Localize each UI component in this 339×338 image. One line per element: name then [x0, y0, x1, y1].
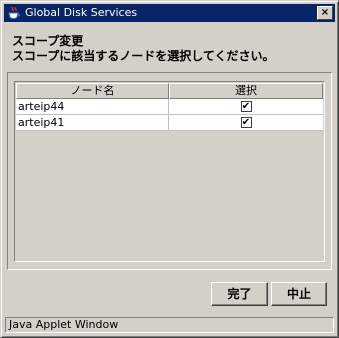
finish-button[interactable]: 完了	[211, 282, 268, 306]
checkmark-icon: ✔	[241, 117, 251, 128]
node-name-cell: arteip44	[16, 99, 169, 114]
table-header: ノード名 選択	[16, 83, 323, 99]
applet-window: Global Disk Services × スコープ変更 スコープに該当するノ…	[0, 0, 339, 338]
select-cell: ✔	[169, 99, 323, 114]
node-table: ノード名 選択 arteip44 ✔ arteip41 ✔	[14, 81, 325, 262]
table-row[interactable]: arteip44 ✔	[16, 99, 323, 115]
node-name-cell: arteip41	[16, 115, 169, 130]
close-button[interactable]: ×	[317, 6, 333, 20]
java-cup-icon	[7, 6, 21, 20]
table-row[interactable]: arteip41 ✔	[16, 115, 323, 131]
dialog-instruction: スコープに該当するノードを選択してください。	[12, 49, 275, 63]
column-header-select[interactable]: 選択	[169, 83, 323, 99]
checkmark-icon: ✔	[241, 101, 251, 112]
select-checkbox[interactable]: ✔	[240, 101, 252, 112]
status-bar: Java Applet Window	[5, 317, 334, 333]
select-checkbox[interactable]: ✔	[240, 117, 252, 128]
select-cell: ✔	[169, 115, 323, 130]
close-icon: ×	[320, 7, 330, 18]
window-title: Global Disk Services	[25, 6, 138, 19]
title-bar[interactable]: Global Disk Services ×	[4, 4, 335, 22]
cancel-button[interactable]: 中止	[271, 282, 327, 306]
column-header-node-name[interactable]: ノード名	[16, 83, 169, 99]
